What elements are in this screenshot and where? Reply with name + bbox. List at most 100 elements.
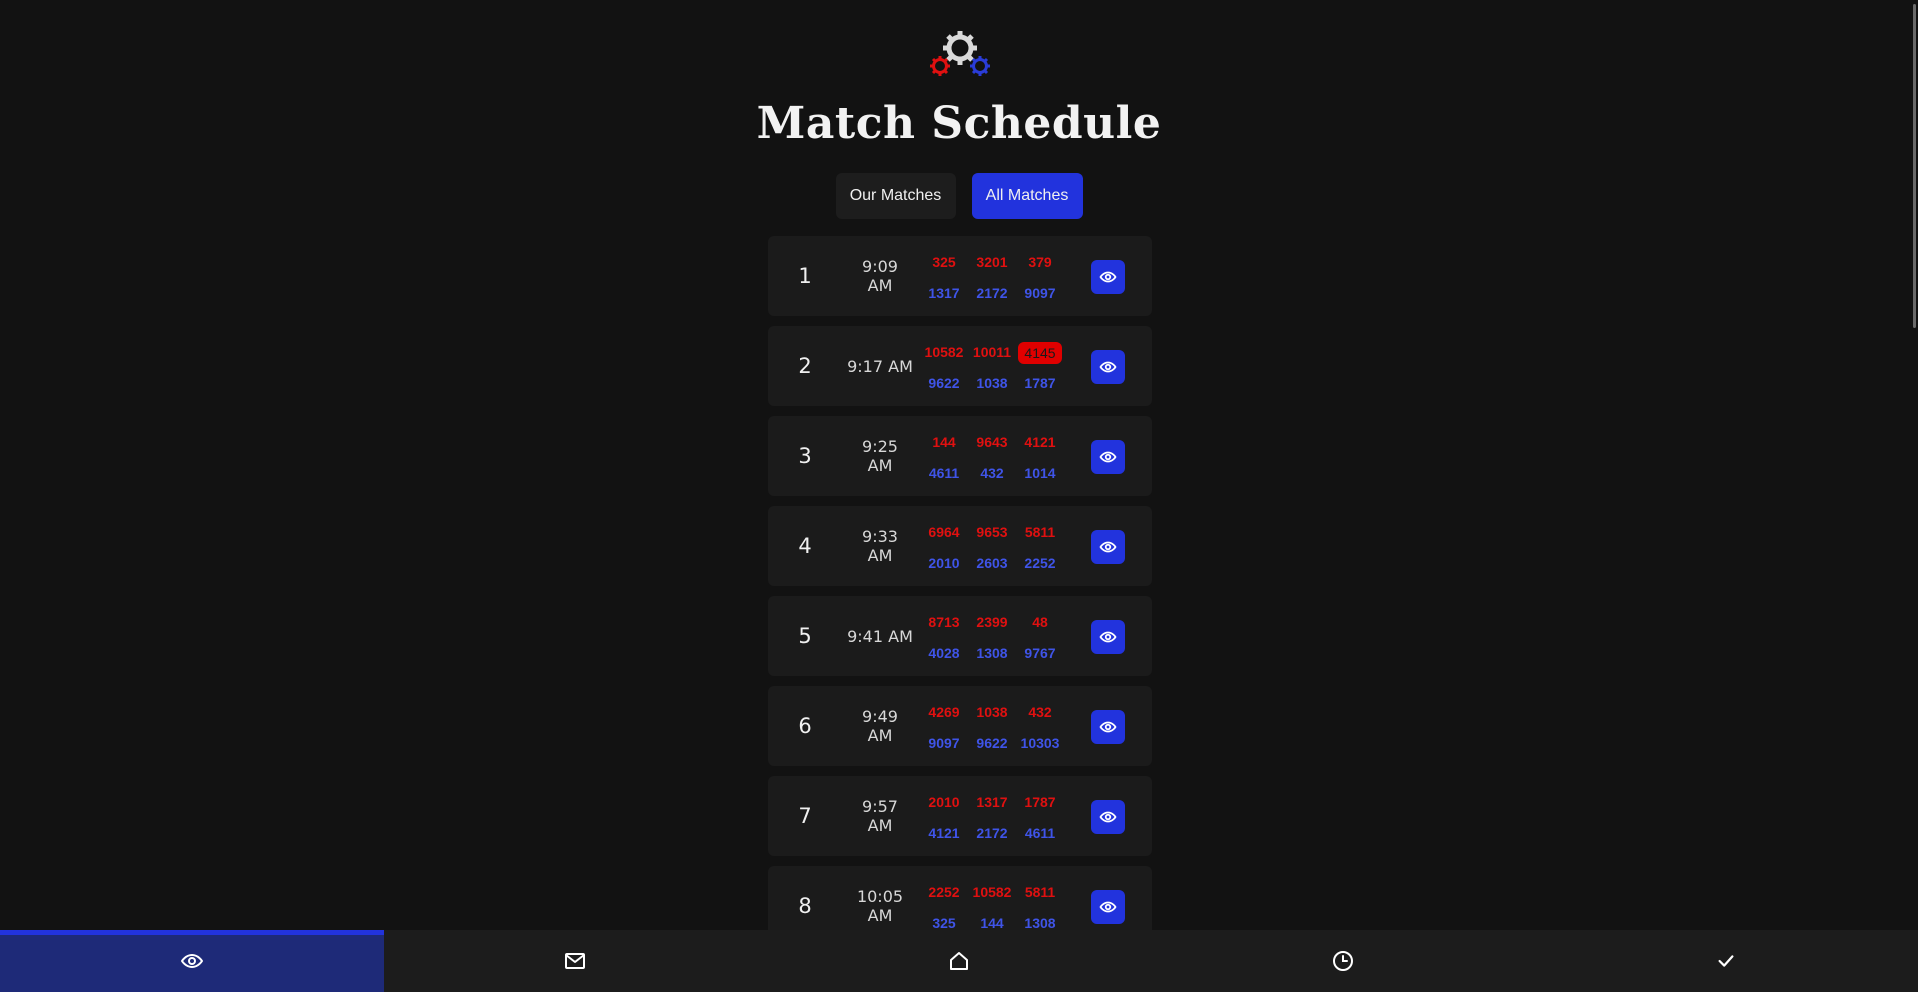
red-team-number: 325 — [932, 254, 956, 270]
red-team-number: 4269 — [928, 704, 960, 720]
view-match-button[interactable] — [1091, 530, 1125, 564]
match-number: 6 — [798, 714, 812, 738]
red-team-number: 5811 — [1024, 524, 1056, 540]
alliance-teams: 6964 9653 5811 2010 2603 2252 — [920, 506, 1064, 586]
eye-icon — [1099, 451, 1117, 463]
blue-team-number: 2172 — [976, 285, 1008, 301]
red-team-number: 10582 — [924, 344, 964, 360]
match-number: 5 — [798, 624, 812, 648]
blue-team-number: 1787 — [1024, 375, 1056, 391]
match-number: 1 — [798, 264, 812, 288]
red-team-number: 9653 — [976, 524, 1008, 540]
nav-item-schedule[interactable] — [1151, 930, 1535, 992]
match-row: 7 9:57 AM 2010 1317 1787 4121 2172 4611 — [768, 776, 1152, 856]
red-team-number: 1038 — [976, 704, 1008, 720]
match-row: 4 9:33 AM 6964 9653 5811 2010 2603 2252 — [768, 506, 1152, 586]
clock-icon — [1332, 951, 1353, 971]
gray-gear-icon — [943, 31, 977, 65]
match-number: 3 — [798, 444, 812, 468]
eye-icon — [1099, 631, 1117, 643]
eye-icon — [1099, 811, 1117, 823]
blue-team-number: 1014 — [1024, 465, 1056, 481]
view-match-button[interactable] — [1091, 800, 1125, 834]
eye-icon — [180, 954, 203, 968]
red-team-number: 4121 — [1024, 434, 1056, 450]
red-alliance: 144 9643 4121 — [920, 432, 1064, 452]
view-match-button[interactable] — [1091, 350, 1125, 384]
nav-item-messages[interactable] — [384, 930, 768, 992]
red-team-number: 1787 — [1024, 794, 1056, 810]
red-team-number: 144 — [932, 434, 956, 450]
eye-icon — [1099, 901, 1117, 913]
mail-icon — [565, 953, 586, 969]
blue-team-number: 1038 — [976, 375, 1008, 391]
match-row: 2 9:17 AM 10582 10011 4145 9622 1038 1787 — [768, 326, 1152, 406]
red-team-number: 48 — [1032, 614, 1048, 630]
red-alliance: 4269 1038 432 — [920, 702, 1064, 722]
blue-team-number: 2603 — [976, 555, 1008, 571]
red-team-number: 10582 — [972, 884, 1012, 900]
red-team-number: 4145 — [1018, 342, 1062, 364]
bottom-nav — [0, 930, 1918, 992]
alliance-teams: 2010 1317 1787 4121 2172 4611 — [920, 776, 1064, 856]
match-row: 3 9:25 AM 144 9643 4121 4611 432 1014 — [768, 416, 1152, 496]
blue-alliance: 4121 2172 4611 — [920, 823, 1064, 843]
blue-team-number: 2252 — [1024, 555, 1056, 571]
red-alliance: 6964 9653 5811 — [920, 522, 1064, 542]
blue-team-number: 9767 — [1024, 645, 1056, 661]
blue-alliance: 4028 1308 9767 — [920, 643, 1064, 663]
view-match-button[interactable] — [1091, 890, 1125, 924]
red-alliance: 8713 2399 48 — [920, 612, 1064, 632]
nav-item-view[interactable] — [0, 930, 384, 992]
red-alliance: 2252 10582 5811 — [920, 882, 1064, 902]
match-number: 7 — [798, 804, 812, 828]
match-row: 5 9:41 AM 8713 2399 48 4028 1308 9767 — [768, 596, 1152, 676]
red-alliance: 2010 1317 1787 — [920, 792, 1064, 812]
home-icon — [949, 952, 968, 970]
red-team-number: 6964 — [928, 524, 960, 540]
blue-team-number: 1317 — [928, 285, 960, 301]
alliance-teams: 325 3201 379 1317 2172 9097 — [920, 236, 1064, 316]
blue-team-number: 4611 — [1024, 825, 1056, 841]
blue-team-number: 2172 — [976, 825, 1008, 841]
eye-icon — [1099, 271, 1117, 283]
view-match-button[interactable] — [1091, 440, 1125, 474]
match-list: 1 9:09 AM 325 3201 379 1317 2172 9097 2 9:17 AM 10… — [768, 236, 1152, 956]
blue-team-number: 9097 — [928, 735, 960, 751]
match-time: 9:41 AM — [847, 626, 913, 646]
eye-icon — [1099, 541, 1117, 553]
alliance-teams: 4269 1038 432 9097 9622 10303 — [920, 686, 1064, 766]
nav-item-done[interactable] — [1534, 930, 1918, 992]
eye-icon — [1099, 721, 1117, 733]
match-time: 9:33 AM — [862, 527, 898, 565]
blue-alliance: 2010 2603 2252 — [920, 553, 1064, 573]
match-number: 4 — [798, 534, 812, 558]
red-alliance: 325 3201 379 — [920, 252, 1064, 272]
red-team-number: 432 — [1028, 704, 1052, 720]
blue-alliance: 1317 2172 9097 — [920, 283, 1064, 303]
blue-gear-icon — [970, 56, 990, 76]
blue-team-number: 432 — [980, 465, 1004, 481]
blue-team-number: 4611 — [928, 465, 960, 481]
alliance-teams: 8713 2399 48 4028 1308 9767 — [920, 596, 1064, 676]
blue-team-number: 9622 — [928, 375, 960, 391]
view-match-button[interactable] — [1091, 620, 1125, 654]
scrollbar[interactable] — [1913, 4, 1916, 328]
match-number: 2 — [798, 354, 812, 378]
match-time: 9:25 AM — [862, 437, 898, 475]
blue-alliance: 4611 432 1014 — [920, 463, 1064, 483]
match-time: 9:09 AM — [862, 257, 898, 295]
match-time: 9:57 AM — [862, 797, 898, 835]
red-team-number: 5811 — [1024, 884, 1056, 900]
match-filter-toggle: Our Matches All Matches — [0, 173, 1918, 219]
blue-alliance: 9622 1038 1787 — [920, 373, 1064, 393]
all-matches-button[interactable]: All Matches — [971, 173, 1083, 219]
page-title: Match Schedule — [756, 98, 1162, 149]
nav-item-home[interactable] — [767, 930, 1151, 992]
alliance-teams: 144 9643 4121 4611 432 1014 — [920, 416, 1064, 496]
blue-team-number: 1308 — [976, 645, 1008, 661]
match-row: 6 9:49 AM 4269 1038 432 9097 9622 10303 — [768, 686, 1152, 766]
view-match-button[interactable] — [1091, 260, 1125, 294]
our-matches-button[interactable]: Our Matches — [835, 173, 956, 219]
view-match-button[interactable] — [1091, 710, 1125, 744]
